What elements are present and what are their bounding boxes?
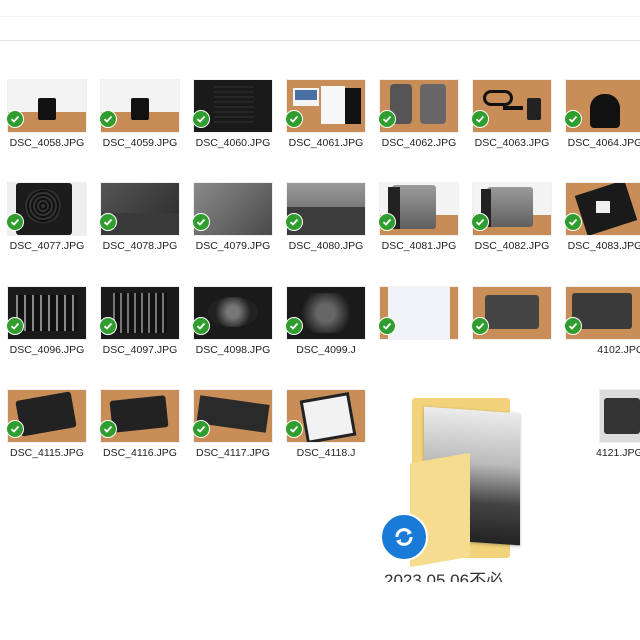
check-circle-icon	[99, 420, 117, 438]
file-name: DSC_4062.JPG	[381, 137, 457, 149]
file-name: 4102.JPG	[597, 344, 640, 356]
file-name: DSC_4115.JPG	[10, 447, 84, 459]
check-circle-icon	[6, 317, 24, 335]
check-circle-icon	[6, 420, 24, 438]
check-circle-icon	[192, 213, 210, 231]
file-name: DSC_4077.JPG	[9, 240, 85, 252]
check-circle-icon	[285, 213, 303, 231]
check-circle-icon	[99, 317, 117, 335]
file-name: 4121.JPG	[596, 447, 640, 459]
check-circle-icon	[378, 213, 396, 231]
check-circle-icon	[192, 317, 210, 335]
file-name: DSC_4097.JPG	[102, 344, 178, 356]
file-name: DSC_4083.JPG	[567, 240, 640, 252]
check-circle-icon	[471, 317, 489, 335]
file-thumbnail	[600, 390, 640, 442]
file-name: DSC_4079.JPG	[195, 240, 271, 252]
file-name: DSC_4096.JPG	[9, 344, 85, 356]
check-circle-icon	[285, 420, 303, 438]
check-circle-icon	[378, 110, 396, 128]
file-name: DSC_4116.JPG	[103, 447, 177, 459]
dragged-folder[interactable]: 2023.05.06不必	[380, 388, 550, 582]
check-circle-icon	[99, 213, 117, 231]
window-top-bar	[0, 0, 640, 41]
file-name: DSC_4080.JPG	[288, 240, 364, 252]
file-name: DSC_4082.JPG	[474, 240, 550, 252]
check-circle-icon	[378, 317, 396, 335]
check-circle-icon	[564, 317, 582, 335]
file-name: DSC_4058.JPG	[9, 137, 85, 149]
file-name: DSC_4063.JPG	[474, 137, 550, 149]
check-circle-icon	[192, 110, 210, 128]
check-circle-icon	[564, 213, 582, 231]
file-name: DSC_4099.J	[296, 344, 356, 356]
file-name: DSC_4059.JPG	[102, 137, 178, 149]
check-circle-icon	[6, 213, 24, 231]
file-name: DSC_4061.JPG	[288, 137, 364, 149]
check-circle-icon	[285, 110, 303, 128]
file-name: DSC_4064.JPG	[567, 137, 640, 149]
file-name: DSC_4060.JPG	[195, 137, 271, 149]
check-circle-icon	[192, 420, 210, 438]
file-name: DSC_4098.JPG	[195, 344, 271, 356]
check-circle-icon	[471, 110, 489, 128]
file-name: DSC_4117.JPG	[196, 447, 270, 459]
file-name: DSC_4118.J	[296, 447, 356, 459]
check-circle-icon	[6, 110, 24, 128]
check-circle-icon	[99, 110, 117, 128]
check-circle-icon	[471, 213, 489, 231]
folder-label: 2023.05.06不必	[384, 571, 504, 582]
check-circle-icon	[564, 110, 582, 128]
file-name: DSC_4078.JPG	[102, 240, 178, 252]
file-name: DSC_4081.JPG	[381, 240, 457, 252]
sync-icon	[380, 513, 428, 561]
toolbar-divider	[0, 16, 640, 17]
check-circle-icon	[285, 317, 303, 335]
